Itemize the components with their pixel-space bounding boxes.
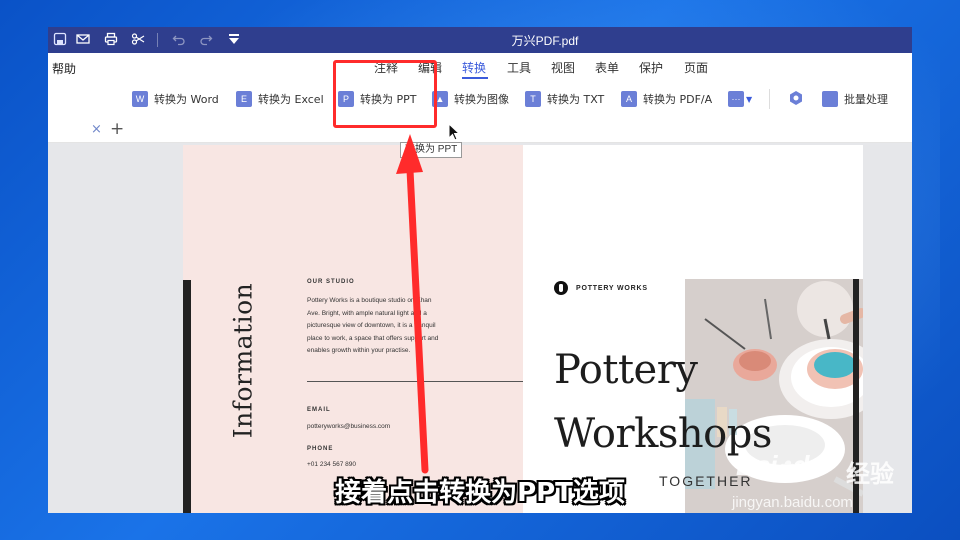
menu-bar: 帮助 注释 编辑 转换 工具 视图 表单 保护 页面 <box>48 53 912 81</box>
convert-to-txt-label: 转换为 TXT <box>547 93 605 106</box>
convert-to-pdfa-button[interactable]: A 转换为 PDF/A <box>618 88 713 109</box>
highlight-box <box>333 60 437 128</box>
convert-to-image-label: 转换为图像 <box>454 93 509 106</box>
batch-files-icon <box>819 88 838 107</box>
email-value: potteryworks@business.com <box>307 423 391 430</box>
tab-tools[interactable]: 工具 <box>507 59 531 76</box>
convert-to-image-button[interactable]: ▲ 转换为图像 <box>429 88 509 109</box>
brand-name: POTTERY WORKS <box>576 284 648 292</box>
studio-line: Pottery Works is a boutique studio on Kh… <box>307 297 432 304</box>
headline-line-1: Pottery <box>554 347 698 393</box>
paw-icon: ✿ <box>776 458 794 480</box>
chevron-down-icon: ▼ <box>746 94 753 104</box>
word-file-icon: W <box>129 88 148 107</box>
excel-file-icon: E <box>233 88 252 107</box>
our-studio-heading: OUR STUDIO <box>307 279 355 285</box>
phone-value: +01 234 567 890 <box>307 461 356 468</box>
convert-to-excel-label: 转换为 Excel <box>258 93 324 106</box>
ppt-tooltip: 转换为 PPT <box>400 142 463 158</box>
studio-line: enables growth within your practise. <box>307 347 411 354</box>
document-tab-strip: × + <box>48 117 912 143</box>
convert-to-excel-button[interactable]: E 转换为 Excel <box>233 88 324 109</box>
active-tab-indicator <box>462 77 488 79</box>
phone-heading: PHONE <box>307 446 334 452</box>
tab-page[interactable]: 页面 <box>684 59 708 76</box>
batch-process-button[interactable]: 批量处理 <box>819 88 888 109</box>
convert-to-word-button[interactable]: W 转换为 Word <box>129 88 219 109</box>
information-text: Information <box>228 282 258 439</box>
mouse-cursor-icon <box>448 123 461 141</box>
convert-ribbon: W 转换为 Word E 转换为 Excel P 转换为 PPT ▲ 转换为图像… <box>48 81 912 117</box>
watermark-jingyan: 经验 <box>846 460 894 488</box>
title-bar: 万兴PDF.pdf <box>48 27 912 53</box>
studio-line: Ave. Bright, with ample natural light an… <box>307 309 427 317</box>
tab-form[interactable]: 表单 <box>595 59 619 76</box>
baidu-logo-tail: du <box>792 450 825 481</box>
ribbon-separator <box>769 89 770 109</box>
pottery-logo-icon <box>554 281 568 295</box>
more-formats-icon: ··· <box>725 88 744 107</box>
tab-convert[interactable]: 转换 <box>462 59 486 76</box>
window-title: 万兴PDF.pdf <box>511 34 579 48</box>
tab-view[interactable]: 视图 <box>551 59 575 76</box>
more-formats-dropdown[interactable]: ··· ▼ <box>725 88 753 109</box>
txt-file-icon: T <box>522 88 541 107</box>
email-heading: EMAIL <box>307 407 331 413</box>
baidu-logo-text: Bai <box>736 450 778 481</box>
menu-help[interactable]: 帮助 <box>52 60 76 77</box>
pdfa-file-icon: A <box>618 88 637 107</box>
studio-line: picturesque view of downtown, it is a tr… <box>307 322 436 329</box>
brand-row: POTTERY WORKS <box>554 281 648 295</box>
close-tab-icon[interactable]: × <box>91 122 102 137</box>
tab-protect[interactable]: 保护 <box>639 59 663 76</box>
settings-hexagon-icon[interactable] <box>788 90 804 106</box>
baidu-watermark: Bai✿du 经验 jingyan.baidu.com <box>728 446 918 516</box>
convert-to-pdfa-label: 转换为 PDF/A <box>643 93 713 106</box>
studio-paragraph: Pottery Works is a boutique studio on Kh… <box>307 295 457 358</box>
watermark-url: jingyan.baidu.com <box>732 494 853 511</box>
baidu-logo: Bai✿du <box>736 450 826 482</box>
new-tab-icon[interactable]: + <box>110 119 124 139</box>
convert-to-word-label: 转换为 Word <box>154 93 219 106</box>
batch-process-label: 批量处理 <box>844 93 888 106</box>
pdf-app-window: 万兴PDF.pdf 帮助 注释 编辑 转换 工具 视图 表单 保护 页面 W 转… <box>48 27 912 513</box>
section-divider <box>307 381 523 382</box>
convert-to-txt-button[interactable]: T 转换为 TXT <box>522 88 605 109</box>
studio-line: place to work, a space that offers suppo… <box>307 334 439 342</box>
